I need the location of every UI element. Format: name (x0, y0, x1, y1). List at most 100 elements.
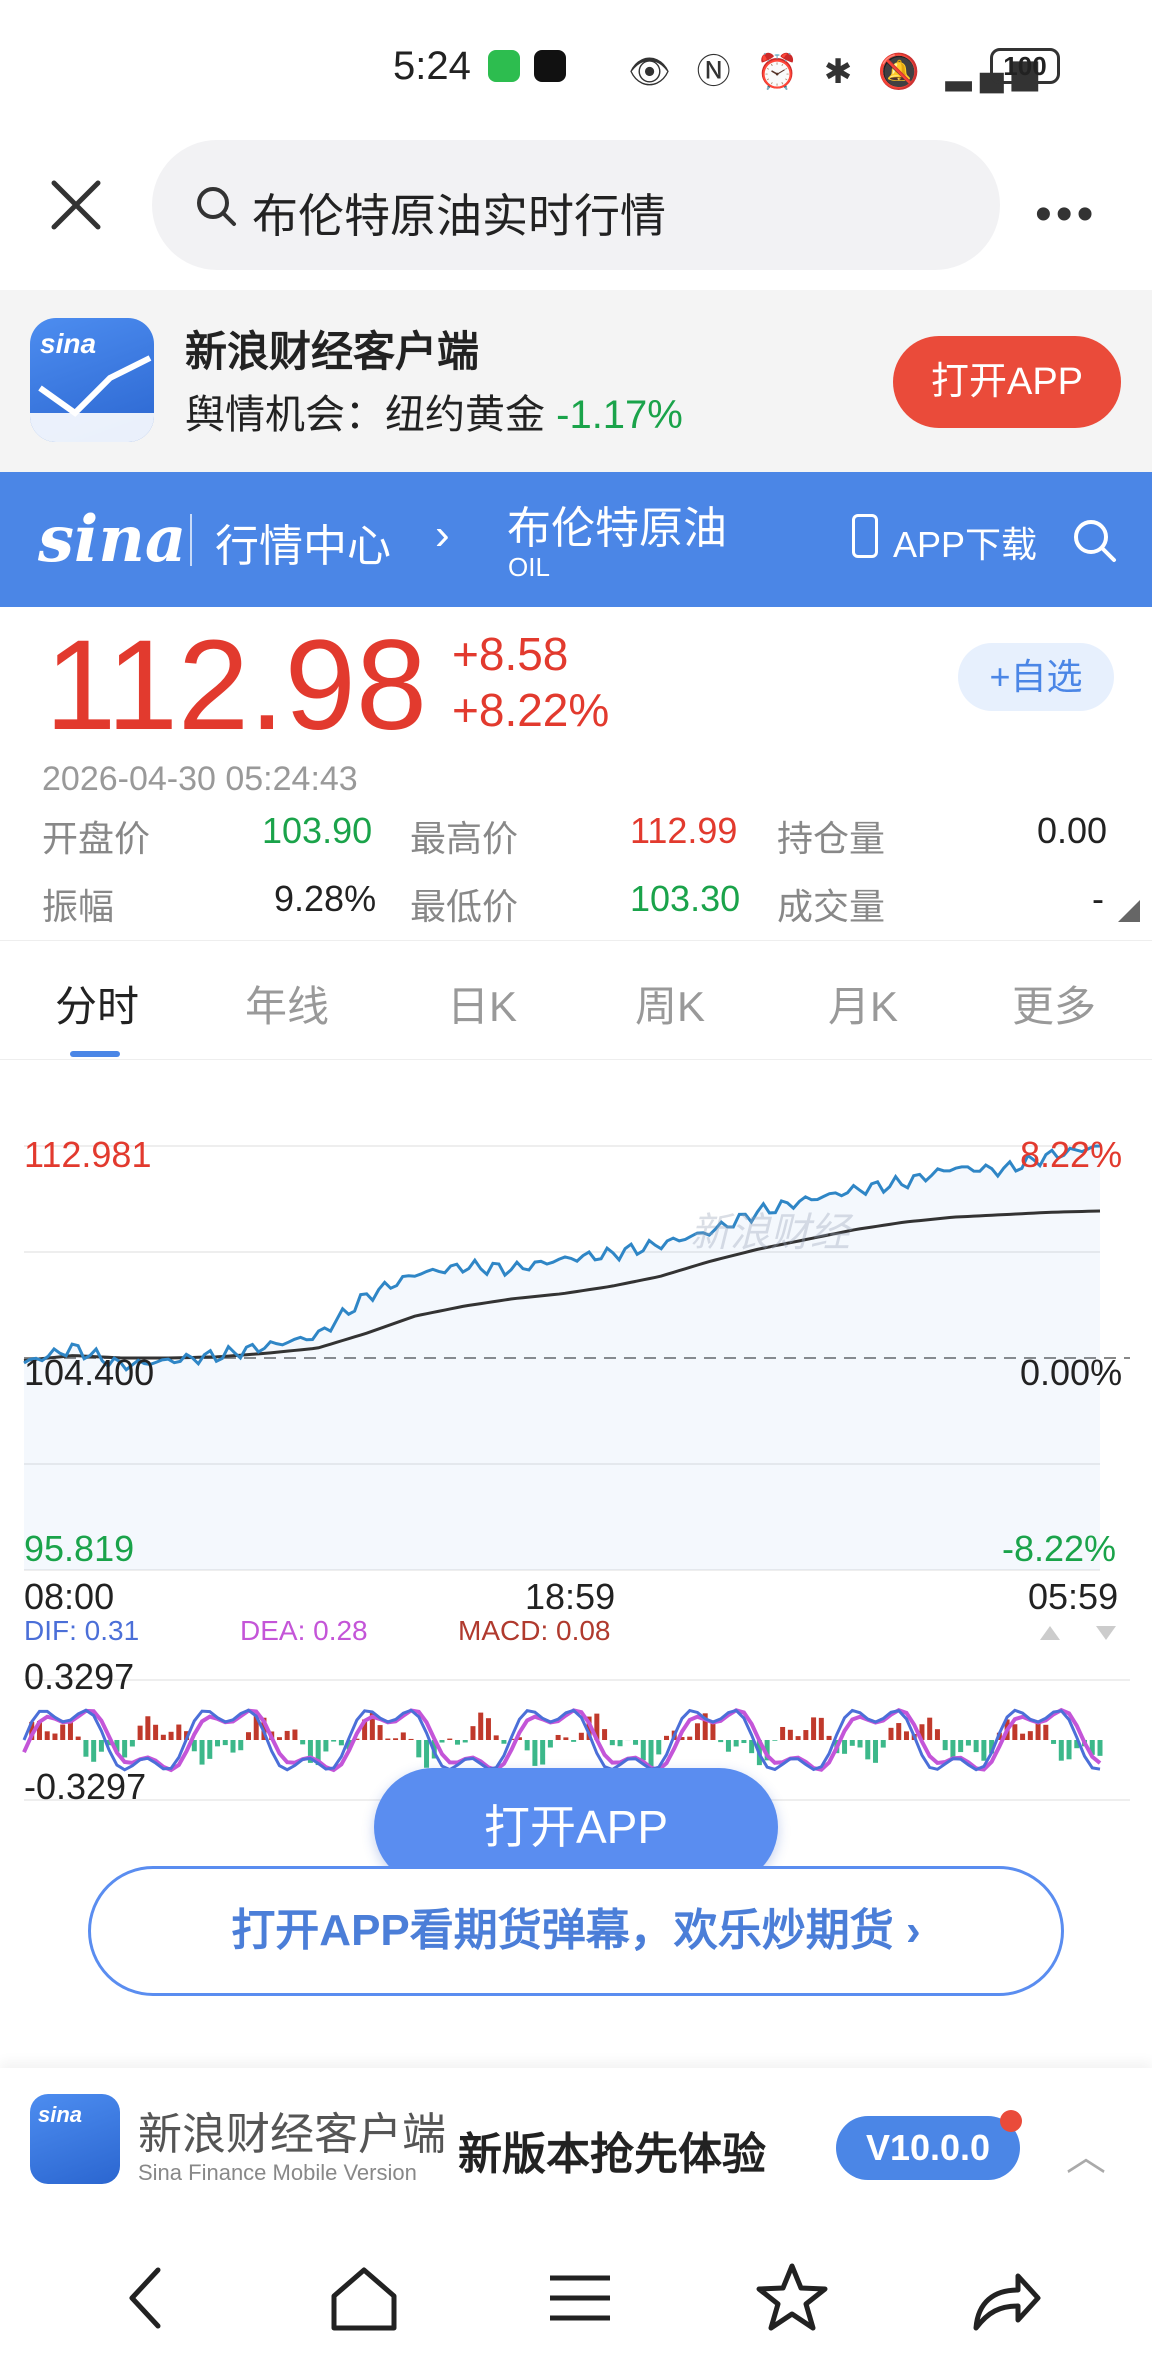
tab-weekly-k[interactable]: 周K (635, 973, 705, 1034)
stats-row: 振幅 9.28% 最低价 103.30 成交量 - (42, 878, 1122, 946)
scroll-down-icon (1096, 1626, 1116, 1640)
market-center-link[interactable]: 行情中心 (215, 510, 391, 574)
macd-bar (1097, 1740, 1103, 1756)
price-change: +8.58 (452, 628, 569, 680)
macd-bar (842, 1740, 848, 1754)
open-app-button[interactable]: 打开APP (893, 336, 1121, 428)
tab-monthly-k[interactable]: 月K (828, 973, 898, 1034)
quote-stats: 开盘价 103.90 最高价 112.99 持仓量 0.00 振幅 9.28% … (42, 810, 1122, 946)
macd-bar (571, 1740, 577, 1742)
notification-dot (1000, 2110, 1022, 2132)
macd-bar (276, 1737, 282, 1740)
macd-bar (160, 1734, 166, 1740)
tiktok-icon (534, 50, 566, 82)
close-icon[interactable] (48, 177, 104, 233)
add-watchlist-button[interactable]: +自选 (958, 643, 1114, 711)
more-menu-button[interactable]: ••• (1035, 187, 1097, 242)
instrument-code: OIL (508, 552, 550, 582)
macd-bar (725, 1740, 731, 1752)
macd-bar (129, 1740, 135, 1747)
stat-label: 振幅 (42, 886, 115, 927)
promo-subtitle[interactable]: 舆情机会：纽约黄金 -1.17% (185, 382, 683, 440)
macd-bar (300, 1740, 306, 1745)
stat-value: 9.28% (274, 878, 377, 919)
macd-bar (215, 1740, 221, 1747)
sina-logo[interactable]: sina (38, 502, 186, 577)
banner-app-name: 新浪财经客户端 (138, 2110, 446, 2159)
stat-value: - (1092, 878, 1104, 919)
share-icon[interactable] (964, 2258, 1044, 2338)
futures-danmu-button[interactable]: 打开APP看期货弹幕，欢乐炒期货 › (88, 1866, 1064, 1996)
macd-bar (896, 1723, 902, 1740)
macd-bar (818, 1717, 824, 1740)
macd-bar (532, 1740, 538, 1766)
chevron-up-icon[interactable]: ︿ (1066, 2124, 1106, 2182)
macd-bar (718, 1740, 724, 1743)
macd-bar (903, 1731, 909, 1740)
macd-bar (478, 1712, 484, 1740)
app-download-link[interactable]: APP下载 (893, 516, 1037, 568)
stats-row: 开盘价 103.90 最高价 112.99 持仓量 0.00 (42, 810, 1122, 878)
promo-change-pct: -1.17% (556, 393, 683, 437)
version-badge[interactable]: V10.0.0 (836, 2116, 1020, 2180)
macd-bar (1027, 1731, 1033, 1740)
back-icon[interactable] (108, 2258, 188, 2338)
min-pct-label: -8.22% (1002, 1528, 1117, 1569)
stat-value: 103.30 (630, 878, 741, 919)
base-price-label: 104.400 (24, 1352, 155, 1393)
macd-bar (91, 1740, 97, 1762)
search-icon (197, 187, 236, 226)
macd-bar (60, 1724, 66, 1740)
star-icon[interactable] (752, 2258, 832, 2338)
header-divider (190, 514, 192, 566)
tab-more[interactable]: 更多 (1012, 973, 1096, 1034)
macd-bar (524, 1740, 530, 1751)
macd-legend: MACD: 0.08 (458, 1615, 611, 1646)
home-icon[interactable] (324, 2258, 404, 2338)
time-start-label: 08:00 (24, 1576, 115, 1617)
macd-bar (803, 1730, 809, 1740)
status-time: 5:24 (393, 44, 471, 88)
macd-bar (238, 1740, 244, 1751)
time-end-label: 05:59 (1028, 1576, 1119, 1617)
tab-yearly[interactable]: 年线 (245, 973, 329, 1034)
macd-bar (873, 1740, 879, 1763)
macd-bar (377, 1725, 383, 1740)
macd-bar (687, 1736, 693, 1740)
dea-legend: DEA: 0.28 (240, 1615, 368, 1646)
stat-value: 0.00 (1037, 810, 1108, 851)
expand-corner-icon[interactable] (1118, 900, 1140, 922)
search-input[interactable]: 布伦特原油实时行情 (152, 140, 1000, 270)
search-icon[interactable] (1070, 516, 1118, 564)
macd-bar (323, 1740, 329, 1752)
macd-bar (501, 1740, 507, 1744)
macd-bar (44, 1731, 50, 1740)
sina-finance-app-logo: sina (30, 318, 154, 442)
app-banner[interactable]: sina 新浪财经客户端 Sina Finance Mobile Version… (0, 2068, 1152, 2228)
macd-bar (1066, 1740, 1072, 1760)
max-price-label: 112.981 (24, 1134, 152, 1175)
macd-bar (416, 1740, 422, 1758)
macd-bar (656, 1740, 662, 1755)
stat-label: 开盘价 (42, 818, 151, 859)
menu-icon[interactable] (540, 2258, 620, 2338)
stat-value: 103.90 (262, 810, 373, 851)
macd-bar (772, 1740, 778, 1741)
status-icons: 👁 Ⓝ ⏰ ✱ 🔕 ▂▄▆ (628, 53, 1046, 91)
macd-bar (67, 1721, 73, 1740)
intraday-chart[interactable]: 新浪财经 112.981 8.22% 104.400 0.00% 95.819 … (0, 1060, 1152, 1840)
quote-timestamp: 2026-04-30 05:24:43 (42, 760, 358, 798)
macd-bar (292, 1729, 298, 1740)
chevron-right-icon: › (435, 510, 450, 559)
macd-bar (153, 1724, 159, 1740)
macd-bar (83, 1740, 89, 1757)
macd-bar (942, 1740, 948, 1751)
macd-bar (331, 1740, 337, 1742)
macd-bar (865, 1740, 871, 1760)
tab-intraday[interactable]: 分时 (55, 973, 139, 1034)
macd-bar (485, 1718, 491, 1740)
banner-app-subtitle: Sina Finance Mobile Version (138, 2160, 417, 2185)
macd-bar (965, 1740, 971, 1746)
macd-bar (199, 1740, 205, 1765)
tab-daily-k[interactable]: 日K (447, 973, 517, 1034)
